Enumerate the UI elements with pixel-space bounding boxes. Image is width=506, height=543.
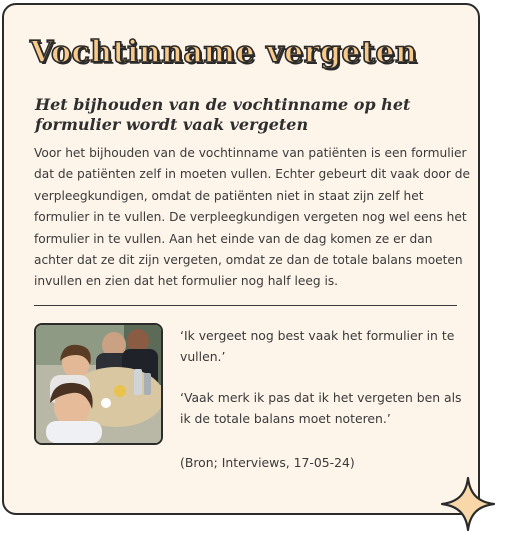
quote-1: ‘Ik vergeet nog best vaak het formulier … [180,328,455,364]
interview-photo [34,323,163,445]
interview-photo-illustration [36,325,161,443]
divider [34,305,457,306]
quote-2: ‘Vaak merk ik pas dat ik het vergeten be… [180,390,462,426]
card-title: Vochtinname vergeten [29,34,418,71]
card-body-text: Voor het bijhouden van de vochtinname va… [34,146,471,289]
info-card: Vochtinname vergeten Het bijhouden van d… [2,3,480,515]
source-citation: (Bron; Interviews, 17-05-24) [180,455,355,470]
sparkle-icon [440,476,496,532]
card-subtitle: Het bijhouden van de vochtinname op het … [35,95,411,134]
